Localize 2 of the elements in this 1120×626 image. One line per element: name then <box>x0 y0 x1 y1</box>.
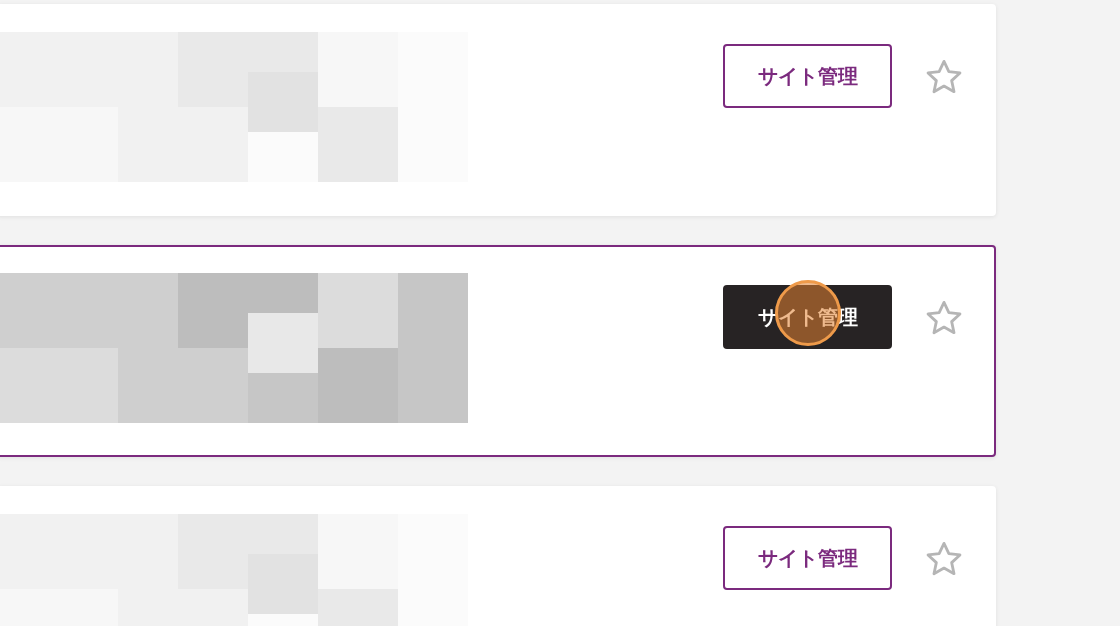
site-manage-button[interactable]: サイト管理 <box>723 526 892 590</box>
site-manage-button[interactable]: サイト管理 <box>723 44 892 108</box>
